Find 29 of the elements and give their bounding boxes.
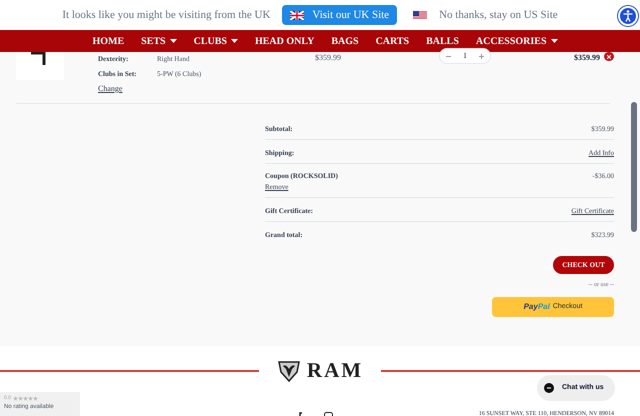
ram-logo[interactable]: RAM [276,355,364,387]
change-link[interactable]: Change [98,83,202,95]
plus-icon[interactable] [479,54,484,58]
nav-link[interactable]: HEAD ONLY [254,34,314,48]
remove-item-button[interactable] [604,52,614,61]
nav-link[interactable]: BALLS [426,34,459,48]
quantity-stepper[interactable]: 1 [439,48,491,64]
us-flag-icon [413,10,428,20]
quantity-value: 1 [463,50,467,62]
uk-site-button[interactable]: Visit our UK Site [282,5,398,25]
caret-icon [170,39,177,43]
caret-icon [550,39,558,43]
close-icon [607,54,611,58]
nav-link[interactable]: ACCESSORIES [476,34,558,48]
line-total: $359.99 [574,52,600,64]
nav-link[interactable]: SETS [141,34,177,48]
instagram-icon[interactable] [324,412,333,416]
uk-flag-icon [290,10,304,20]
nav-link[interactable]: HOME [92,34,124,48]
unit-price: $359.99 [315,52,341,64]
nav-link[interactable]: BAGS [331,34,359,48]
accessibility-button[interactable] [618,6,638,26]
ram-head-icon [276,360,301,382]
accessibility-icon [623,10,633,22]
caret-icon [230,39,238,43]
nav-link[interactable]: CARTS [376,34,410,48]
banner-message: It looks like you might be visiting from the UK [62,8,270,23]
stay-us-link[interactable]: No thanks, stay on US Site [439,6,558,24]
nav-link[interactable]: CLUBS [194,34,238,48]
